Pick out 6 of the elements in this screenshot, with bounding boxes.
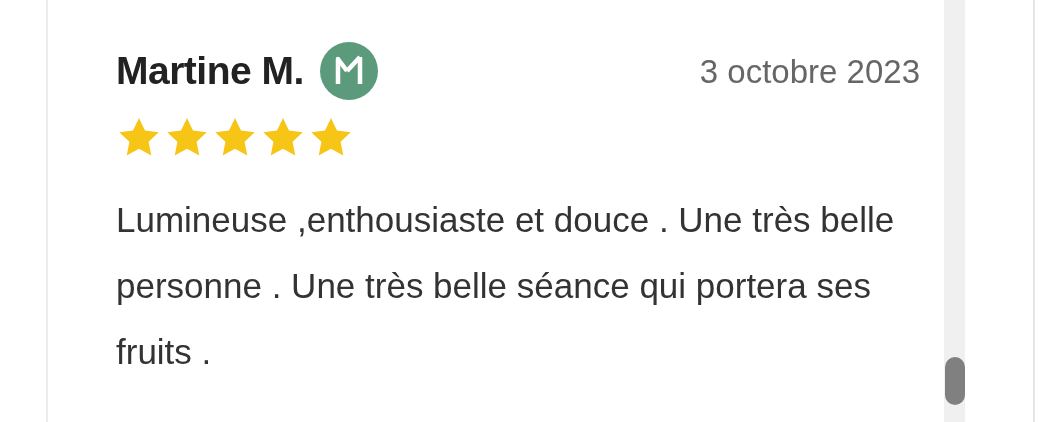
review-text: Lumineuse ,enthousiaste et douce . Une très belle personne . Une très belle séance qui portera ses fruits . bbox=[116, 198, 896, 373]
scrollbar-thumb[interactable] bbox=[945, 357, 965, 405]
verified-icon bbox=[319, 42, 378, 101]
review-date: 3 octobre 2023 bbox=[699, 51, 920, 92]
reviewer-name: Martine M. bbox=[116, 48, 304, 94]
scrollbar[interactable] bbox=[944, 0, 965, 422]
